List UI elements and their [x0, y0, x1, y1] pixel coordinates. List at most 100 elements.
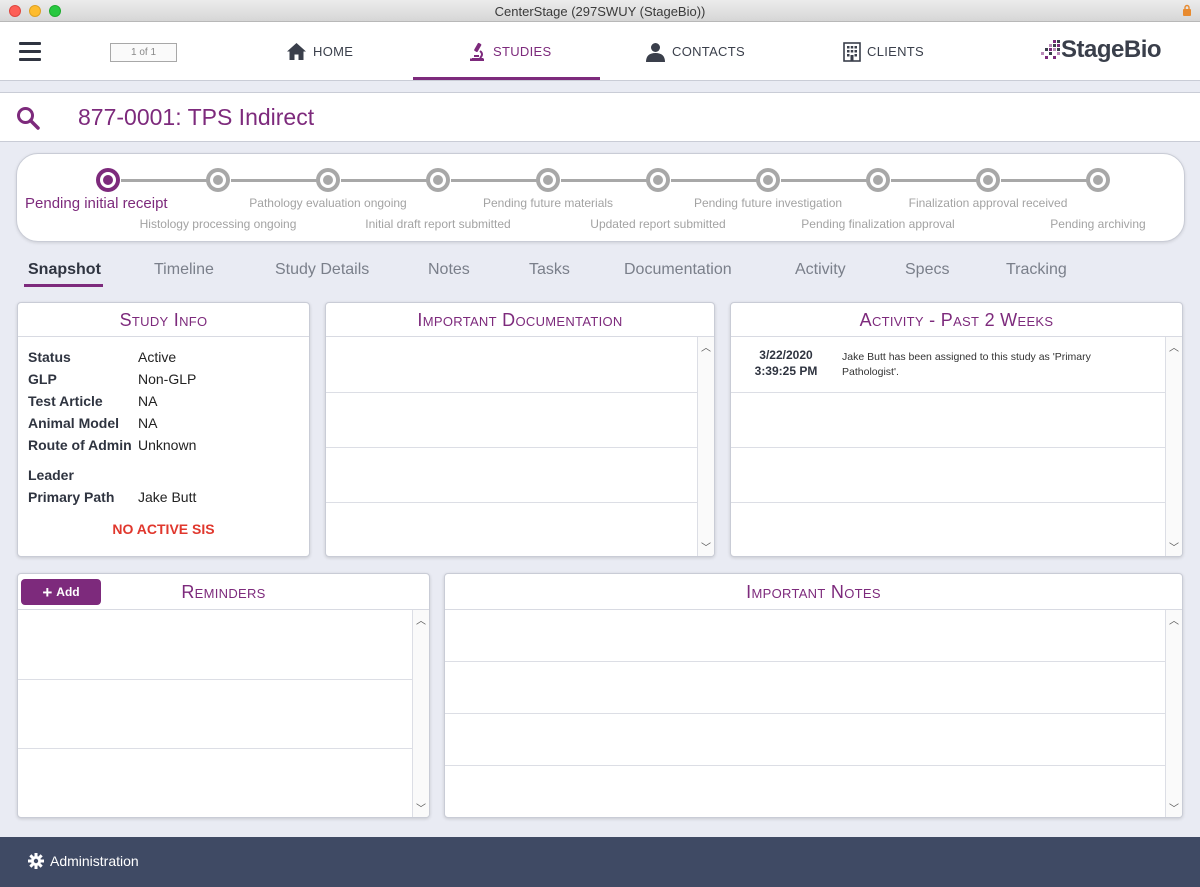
stage-node-updated-report[interactable] [646, 168, 670, 192]
documentation-scrollbar[interactable]: ︿ ﹀ [697, 337, 714, 556]
info-label: Test Article [28, 393, 103, 409]
administration-label: Administration [50, 853, 139, 869]
study-info-panel: Study Info Status Active GLP Non-GLP Test … [17, 302, 310, 557]
activity-timestamp: 3/22/2020 3:39:25 PM [743, 347, 829, 379]
microscope-icon [470, 42, 484, 61]
stage-node-pending-initial-receipt[interactable] [96, 168, 120, 192]
info-row-route-of-admin: Route of Admin Unknown [28, 437, 196, 453]
scroll-up-icon[interactable]: ︿ [701, 339, 711, 354]
stage-label: Finalization approval received [908, 196, 1068, 210]
row-divider [731, 447, 1166, 448]
info-value: NA [138, 415, 158, 431]
info-value: NA [138, 393, 158, 409]
reminders-scrollbar[interactable]: ︿ ﹀ [412, 610, 429, 817]
tab-tracking[interactable]: Tracking [1006, 261, 1067, 279]
add-reminder-label: Add [56, 585, 80, 599]
building-icon [843, 41, 861, 62]
lock-icon [1183, 4, 1191, 16]
study-info-title: Study Info [18, 303, 309, 337]
stage-node-pending-finalization-approval[interactable] [866, 168, 890, 192]
top-navigation: 1 of 1 HOME STUDIES CONTACTS CLIENTS Sta… [0, 22, 1200, 81]
info-row-status: Status Active [28, 349, 176, 365]
stage-label-current: Pending initial receipt [25, 195, 168, 212]
menu-icon[interactable] [19, 42, 41, 61]
tab-active-indicator [24, 284, 103, 287]
scroll-up-icon[interactable]: ︿ [416, 612, 426, 627]
stage-label: Pending future investigation [693, 196, 843, 210]
tab-notes[interactable]: Notes [428, 261, 470, 279]
tab-activity[interactable]: Activity [795, 261, 846, 279]
nav-contacts[interactable]: CONTACTS [645, 22, 745, 81]
scroll-down-icon[interactable]: ﹀ [1169, 800, 1179, 815]
stage-node-pathology-evaluation[interactable] [316, 168, 340, 192]
nav-studies[interactable]: STUDIES [467, 22, 551, 81]
study-search-bar[interactable]: 877-0001: TPS Indirect [0, 92, 1200, 142]
info-value: Non-GLP [138, 371, 197, 387]
important-documentation-panel: Important Documentation ︿ ﹀ [325, 302, 715, 557]
scroll-up-icon[interactable]: ︿ [1169, 612, 1179, 627]
stage-label: Updated report submitted [590, 217, 726, 231]
progress-connector [231, 179, 319, 182]
row-divider [326, 392, 698, 393]
row-divider [18, 679, 413, 680]
stage-node-initial-draft-report[interactable] [426, 168, 450, 192]
row-divider [326, 447, 698, 448]
stage-label: Pending finalization approval [801, 217, 955, 231]
nav-home[interactable]: HOME [286, 22, 353, 81]
stage-label: Pending future materials [482, 196, 614, 210]
activity-date: 3/22/2020 [759, 348, 813, 362]
row-divider [731, 502, 1166, 503]
row-divider [445, 661, 1166, 662]
progress-connector [451, 179, 539, 182]
stage-node-pending-future-investigation[interactable] [756, 168, 780, 192]
activity-title: Activity - Past 2 Weeks [731, 303, 1182, 337]
info-row-primary-path: Primary Path Jake Butt [28, 489, 196, 505]
activity-text: Jake Butt has been assigned to this stud… [842, 351, 1091, 378]
info-label: Leader [28, 467, 74, 483]
progress-connector [341, 179, 429, 182]
progress-connector [561, 179, 649, 182]
info-value: Unknown [138, 437, 197, 453]
home-icon [287, 43, 306, 60]
logo-mark-icon [1041, 40, 1060, 59]
tab-documentation[interactable]: Documentation [624, 261, 732, 279]
scroll-down-icon[interactable]: ﹀ [1169, 539, 1179, 554]
gear-icon [28, 853, 44, 869]
record-pager[interactable]: 1 of 1 [110, 43, 177, 62]
notes-scrollbar[interactable]: ︿ ﹀ [1165, 610, 1182, 817]
activity-scrollbar[interactable]: ︿ ﹀ [1165, 337, 1182, 556]
tab-study-details[interactable]: Study Details [275, 261, 369, 279]
scroll-down-icon[interactable]: ﹀ [701, 539, 711, 554]
stage-node-histology-processing[interactable] [206, 168, 230, 192]
nav-clients[interactable]: CLIENTS [843, 22, 924, 81]
plus-icon: + [42, 582, 53, 602]
logo-text: StageBio [1061, 36, 1162, 63]
row-divider [445, 765, 1166, 766]
stage-label: Pathology evaluation ongoing [249, 196, 407, 210]
info-value: Jake Butt [138, 489, 197, 505]
window-titlebar: CenterStage (297SWUY (StageBio)) [0, 0, 1200, 22]
study-title: 877-0001: TPS Indirect [78, 104, 315, 130]
info-label: GLP [28, 371, 57, 387]
progress-connector [121, 179, 209, 182]
add-reminder-button[interactable]: + Add [21, 579, 101, 605]
stage-node-pending-archiving[interactable] [1086, 168, 1110, 192]
stage-label: Histology processing ongoing [139, 217, 297, 231]
info-label: Primary Path [28, 489, 115, 505]
tab-tasks[interactable]: Tasks [529, 261, 570, 279]
info-row-glp: GLP Non-GLP [28, 371, 196, 387]
study-progress-tracker: Pending initial receipt Histology proces… [16, 153, 1185, 242]
stage-node-finalization-approval-received[interactable] [976, 168, 1000, 192]
tab-timeline[interactable]: Timeline [154, 261, 214, 279]
tab-snapshot[interactable]: Snapshot [28, 261, 101, 279]
person-icon [646, 42, 665, 62]
tab-specs[interactable]: Specs [905, 261, 949, 279]
footer-bar: Administration [0, 837, 1200, 887]
scroll-down-icon[interactable]: ﹀ [416, 800, 426, 815]
administration-button[interactable]: Administration [28, 853, 139, 869]
stage-node-pending-future-materials[interactable] [536, 168, 560, 192]
search-icon[interactable] [16, 106, 40, 130]
row-divider [18, 748, 413, 749]
reminders-panel: Reminders + Add ︿ ﹀ [17, 573, 430, 818]
scroll-up-icon[interactable]: ︿ [1169, 339, 1179, 354]
